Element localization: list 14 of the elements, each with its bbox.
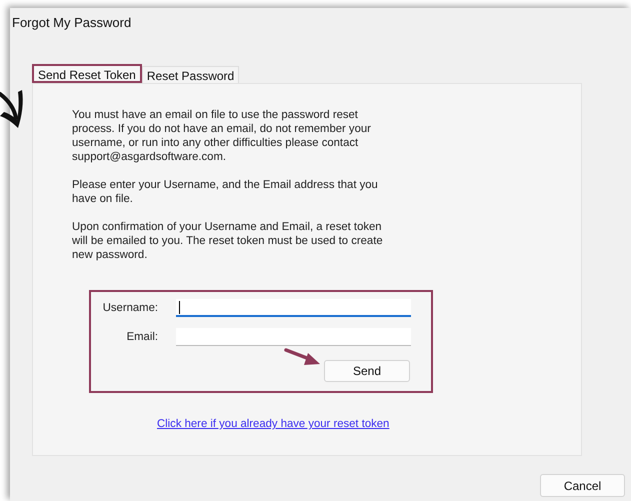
input-field[interactable]: [176, 328, 411, 346]
field-label: Username:: [102, 302, 158, 314]
instruction-text: You must have an email on file to use the password reset process. If you do not have an email, do not remember your username, or run into any other difficulties please contact support@asgardsoftware.com.: [72, 108, 372, 164]
field-label: Email:: [126, 331, 158, 343]
tab[interactable]: Send Reset Token: [32, 64, 142, 83]
input-field[interactable]: [176, 299, 411, 317]
instruction-text: Please enter your Username, and the Email address that you have on file.: [72, 178, 379, 206]
instruction-text: Upon confirmation of your Username and Email, a reset token will be emailed to you. The reset token must be used to create new password.: [72, 220, 384, 262]
reset-token-link[interactable]: Click here if you already have your reset token: [157, 418, 390, 430]
arrow-icon: [284, 347, 322, 367]
window-title: Forgot My Password: [12, 15, 132, 30]
tab[interactable]: Reset Password: [142, 66, 240, 83]
cancel-button[interactable]: Cancel: [540, 474, 625, 497]
send-button[interactable]: Send: [324, 360, 410, 382]
